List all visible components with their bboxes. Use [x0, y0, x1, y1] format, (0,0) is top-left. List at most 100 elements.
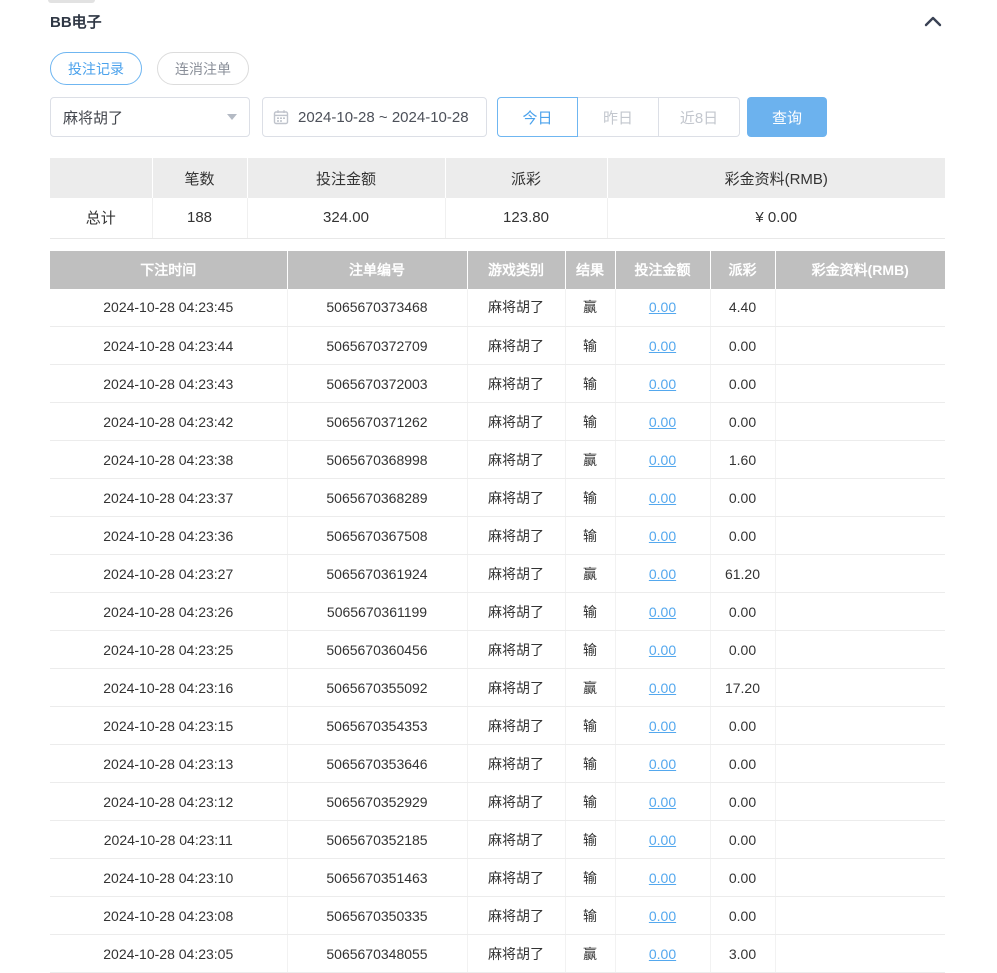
summary-header-bet-amount: 投注金额	[247, 158, 445, 198]
bet-amount-link[interactable]: 0.00	[649, 414, 676, 430]
cell-bet-time: 2024-10-28 04:23:42	[50, 403, 287, 441]
cell-game-type: 麻将胡了	[467, 365, 565, 403]
cell-bet-amount: 0.00	[615, 593, 710, 631]
table-row: 2024-10-28 04:23:13 5065670353646 麻将胡了 输…	[50, 745, 945, 783]
cell-bet-amount: 0.00	[615, 669, 710, 707]
cell-payout: 0.00	[710, 745, 775, 783]
summary-total-payout: 123.80	[445, 198, 607, 238]
cell-game-type: 麻将胡了	[467, 327, 565, 365]
game-select-value: 麻将胡了	[63, 107, 123, 128]
cell-order-id: 5065670361199	[287, 593, 467, 631]
cell-order-id: 5065670354353	[287, 707, 467, 745]
cell-bet-amount: 0.00	[615, 555, 710, 593]
cell-bet-time: 2024-10-28 04:23:45	[50, 289, 287, 327]
cell-payout: 0.00	[710, 707, 775, 745]
cell-payout: 4.40	[710, 289, 775, 327]
table-row: 2024-10-28 04:23:16 5065670355092 麻将胡了 赢…	[50, 669, 945, 707]
table-row: 2024-10-28 04:23:12 5065670352929 麻将胡了 输…	[50, 783, 945, 821]
bet-amount-link[interactable]: 0.00	[649, 908, 676, 924]
cell-bonus	[775, 783, 945, 821]
cell-payout: 1.60	[710, 441, 775, 479]
cell-result: 赢	[565, 669, 615, 707]
cell-bet-amount: 0.00	[615, 517, 710, 555]
table-row: 2024-10-28 04:23:44 5065670372709 麻将胡了 输…	[50, 327, 945, 365]
cell-bet-time: 2024-10-28 04:23:13	[50, 745, 287, 783]
collapse-button[interactable]	[921, 12, 945, 30]
cell-payout: 0.00	[710, 859, 775, 897]
cell-bonus	[775, 631, 945, 669]
cell-bonus	[775, 859, 945, 897]
cell-bet-amount: 0.00	[615, 897, 710, 935]
quick-range-today[interactable]: 今日	[497, 97, 578, 137]
bet-amount-link[interactable]: 0.00	[649, 376, 676, 392]
cell-bet-amount: 0.00	[615, 631, 710, 669]
col-header-time: 下注时间	[50, 251, 287, 289]
search-button[interactable]: 查询	[747, 97, 827, 137]
clipped-element-fragment	[48, 0, 95, 3]
cell-bet-amount: 0.00	[615, 365, 710, 403]
quick-range-last8days[interactable]: 近8日	[659, 97, 740, 137]
bet-amount-link[interactable]: 0.00	[649, 680, 676, 696]
cell-payout: 0.00	[710, 631, 775, 669]
table-row: 2024-10-28 04:23:38 5065670368998 麻将胡了 赢…	[50, 441, 945, 479]
cell-game-type: 麻将胡了	[467, 555, 565, 593]
cell-result: 输	[565, 897, 615, 935]
col-header-bet-amount: 投注金额	[615, 251, 710, 289]
cell-order-id: 5065670350335	[287, 897, 467, 935]
cell-result: 输	[565, 593, 615, 631]
filter-bar: 麻将胡了 2024-10-28 ~ 2024-10-28 今日 昨日 近8日 查…	[50, 97, 945, 137]
cell-payout: 0.00	[710, 821, 775, 859]
bet-amount-link[interactable]: 0.00	[649, 566, 676, 582]
cell-bonus	[775, 327, 945, 365]
tab-bet-records[interactable]: 投注记录	[50, 52, 142, 85]
cell-bonus	[775, 821, 945, 859]
cell-game-type: 麻将胡了	[467, 631, 565, 669]
bet-amount-link[interactable]: 0.00	[649, 870, 676, 886]
cell-result: 输	[565, 365, 615, 403]
cell-payout: 0.00	[710, 593, 775, 631]
cell-bonus	[775, 745, 945, 783]
cell-payout: 0.00	[710, 517, 775, 555]
date-range-input[interactable]: 2024-10-28 ~ 2024-10-28	[262, 97, 487, 137]
bet-records-panel: BB电子 投注记录 连消注单 麻将胡了	[0, 0, 997, 967]
bet-amount-link[interactable]: 0.00	[649, 299, 676, 315]
bet-amount-link[interactable]: 0.00	[649, 338, 676, 354]
cell-order-id: 5065670360456	[287, 631, 467, 669]
tab-bar: 投注记录 连消注单	[50, 52, 945, 85]
cell-bonus	[775, 441, 945, 479]
bet-amount-link[interactable]: 0.00	[649, 794, 676, 810]
summary-header-bonus: 彩金资料(RMB)	[607, 158, 945, 198]
summary-total-row: 总计 188 324.00 123.80 ¥ 0.00	[50, 198, 945, 238]
bet-amount-link[interactable]: 0.00	[649, 642, 676, 658]
bet-amount-link[interactable]: 0.00	[649, 604, 676, 620]
summary-header-empty	[50, 158, 152, 198]
tab-cancelled-orders[interactable]: 连消注单	[157, 52, 249, 85]
game-select[interactable]: 麻将胡了	[50, 97, 250, 137]
cell-payout: 0.00	[710, 479, 775, 517]
table-row: 2024-10-28 04:23:11 5065670352185 麻将胡了 输…	[50, 821, 945, 859]
cell-bet-amount: 0.00	[615, 783, 710, 821]
cell-bet-amount: 0.00	[615, 327, 710, 365]
cell-result: 输	[565, 707, 615, 745]
cell-bonus	[775, 669, 945, 707]
bet-amount-link[interactable]: 0.00	[649, 756, 676, 772]
cell-order-id: 5065670371262	[287, 403, 467, 441]
chevron-down-icon	[227, 114, 237, 120]
summary-header-row: 笔数 投注金额 派彩 彩金资料(RMB)	[50, 158, 945, 198]
cell-order-id: 5065670352185	[287, 821, 467, 859]
cell-payout: 0.00	[710, 897, 775, 935]
cell-result: 输	[565, 517, 615, 555]
quick-range-yesterday[interactable]: 昨日	[578, 97, 659, 137]
bet-amount-link[interactable]: 0.00	[649, 718, 676, 734]
bet-amount-link[interactable]: 0.00	[649, 832, 676, 848]
bet-amount-link[interactable]: 0.00	[649, 490, 676, 506]
cell-bonus	[775, 479, 945, 517]
bet-amount-link[interactable]: 0.00	[649, 946, 676, 962]
cell-bet-time: 2024-10-28 04:23:43	[50, 365, 287, 403]
bet-amount-link[interactable]: 0.00	[649, 452, 676, 468]
table-row: 2024-10-28 04:23:10 5065670351463 麻将胡了 输…	[50, 859, 945, 897]
table-row: 2024-10-28 04:23:25 5065670360456 麻将胡了 输…	[50, 631, 945, 669]
cell-game-type: 麻将胡了	[467, 441, 565, 479]
bet-amount-link[interactable]: 0.00	[649, 528, 676, 544]
page-title: BB电子	[50, 11, 102, 32]
